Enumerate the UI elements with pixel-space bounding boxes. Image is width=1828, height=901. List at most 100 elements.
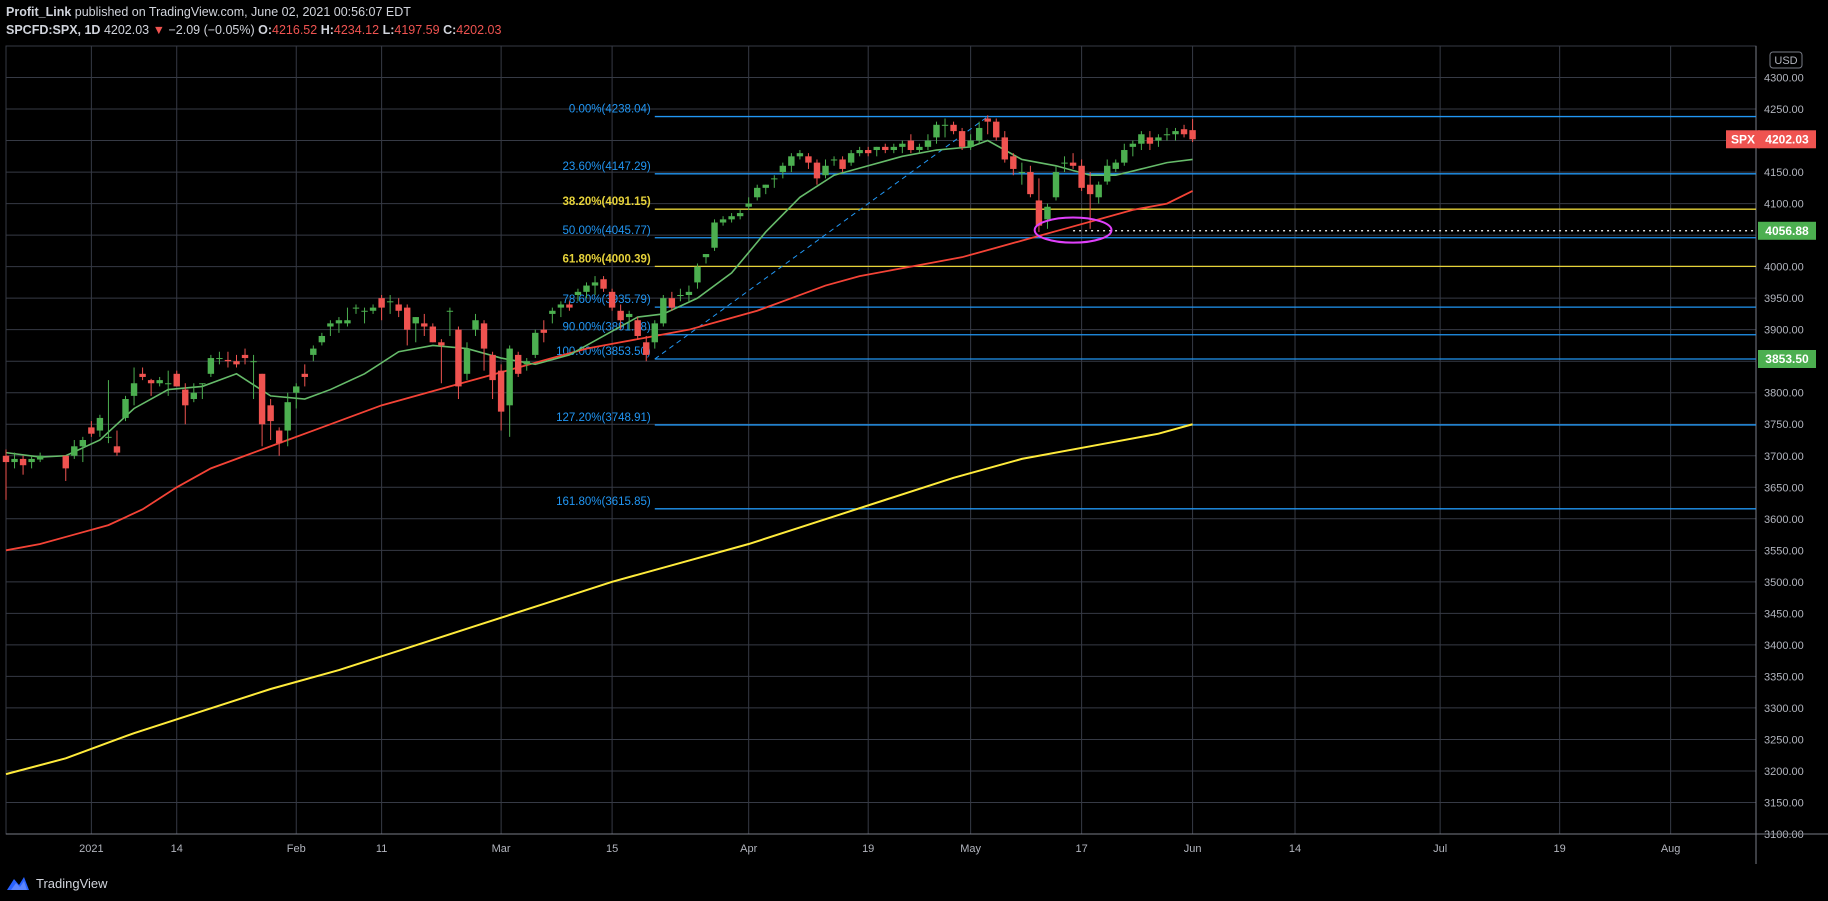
- candle-body: [267, 405, 274, 422]
- price-tag-text: 3853.50: [1765, 352, 1809, 366]
- candle: [258, 373, 266, 447]
- candle: [1001, 131, 1008, 163]
- candle-body: [429, 326, 437, 343]
- candle: [805, 153, 812, 169]
- candle-body: [643, 342, 650, 355]
- x-tick-label: 19: [1554, 843, 1566, 855]
- candle: [352, 304, 360, 314]
- price-chart[interactable]: 3100.00 3150.00 3200.00 3250.00 3300.00 3350.…: [0, 0, 1828, 901]
- candle: [549, 307, 556, 324]
- candle: [864, 146, 872, 157]
- candle-body: [438, 342, 445, 346]
- candle: [685, 285, 693, 302]
- candle: [421, 313, 428, 336]
- candle: [651, 320, 658, 349]
- candle: [899, 140, 906, 154]
- candle: [754, 184, 761, 201]
- candle-body: [480, 323, 488, 349]
- candle-body: [1018, 172, 1026, 174]
- candle: [139, 367, 146, 381]
- candle-body: [916, 146, 923, 151]
- candle-body: [1078, 165, 1085, 188]
- candle: [540, 320, 548, 343]
- candle-body: [1061, 162, 1068, 164]
- candle: [702, 254, 710, 264]
- fib-level-label: 61.80%(4000.39): [563, 253, 651, 265]
- candle-body: [463, 348, 471, 374]
- candle: [907, 134, 915, 154]
- candle-body: [617, 310, 624, 321]
- candle-body: [275, 430, 283, 444]
- fibonacci-retracement: 0.00%(4238.04) 23.60%(4147.29) 38.20%(4091…: [556, 104, 1756, 510]
- candle-body: [395, 304, 402, 311]
- candle-body: [779, 165, 787, 173]
- candle-body: [310, 348, 317, 355]
- candle-body: [660, 298, 667, 324]
- candle: [523, 358, 530, 371]
- candle-body: [532, 332, 539, 355]
- candle-body: [190, 392, 198, 400]
- candle-body: [600, 279, 607, 289]
- candle-body: [890, 146, 898, 151]
- candle: [600, 276, 607, 292]
- candle: [608, 288, 616, 311]
- grid-lines: [5, 45, 1757, 835]
- candle-body: [369, 307, 377, 311]
- candle: [719, 216, 727, 226]
- candle: [506, 345, 513, 437]
- candle-body: [28, 458, 35, 463]
- candle-body: [771, 178, 778, 180]
- candle-body: [318, 335, 326, 343]
- candle: [164, 370, 172, 396]
- candle: [1044, 203, 1051, 229]
- candle-body: [1069, 162, 1077, 166]
- candle-body: [88, 427, 95, 434]
- y-tick-label: 3300.00: [1764, 703, 1804, 715]
- candle-body: [924, 140, 932, 147]
- candle: [796, 150, 804, 160]
- currency-label: USD: [1769, 51, 1803, 69]
- candle: [1061, 156, 1068, 173]
- candle: [856, 146, 863, 157]
- candle-body: [250, 361, 257, 363]
- candle-body: [882, 146, 889, 151]
- candle: [1155, 134, 1162, 147]
- candle-body: [566, 304, 573, 308]
- candle-body: [967, 140, 974, 147]
- y-tick-label: 3950.00: [1764, 293, 1804, 305]
- candle-body: [745, 203, 752, 207]
- candle-body: [993, 121, 1000, 138]
- candle-body: [702, 254, 710, 258]
- candle: [267, 399, 274, 440]
- x-tick-label: Jul: [1433, 843, 1447, 855]
- candle-body: [173, 373, 180, 387]
- candle-body: [361, 310, 368, 312]
- candle-body: [199, 383, 206, 385]
- candle: [327, 320, 334, 336]
- candle: [455, 326, 462, 400]
- candle-body: [1001, 137, 1008, 160]
- candle: [1095, 181, 1102, 204]
- y-tick-label: 3700.00: [1764, 451, 1804, 463]
- candle-body: [386, 301, 394, 303]
- candle: [830, 156, 838, 166]
- candle-body: [1044, 206, 1051, 220]
- candle: [1129, 140, 1137, 157]
- candle: [532, 329, 539, 359]
- candle-body: [933, 124, 940, 138]
- tradingview-footer[interactable]: TradingView: [6, 872, 108, 894]
- candle: [779, 162, 787, 179]
- candle: [480, 320, 488, 371]
- candle: [591, 276, 599, 296]
- candle-body: [19, 458, 27, 466]
- x-tick-label: 17: [1075, 843, 1087, 855]
- candle: [429, 323, 437, 343]
- candle-body: [113, 446, 121, 453]
- candle: [19, 455, 27, 475]
- candle-body: [36, 455, 44, 460]
- candle: [233, 354, 240, 368]
- candle-body: [975, 127, 983, 141]
- candle: [207, 354, 215, 377]
- candle-body: [719, 219, 727, 223]
- candle: [28, 455, 35, 469]
